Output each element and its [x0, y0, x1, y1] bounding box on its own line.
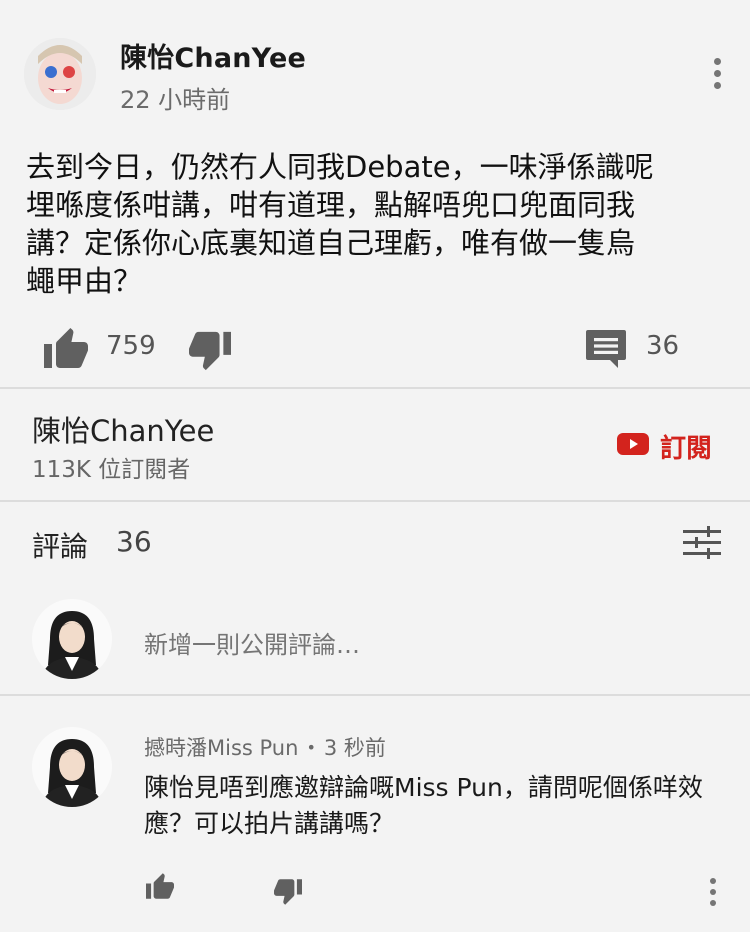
- avatar-image: [24, 38, 96, 110]
- commenter-name[interactable]: 撼時潘Miss Pun: [144, 732, 298, 762]
- thumbs-up-icon[interactable]: [144, 872, 176, 904]
- comment-icon[interactable]: [584, 328, 628, 374]
- post-author-name[interactable]: 陳怡ChanYee: [120, 36, 306, 75]
- comment-text: 陳怡見唔到應邀辯論嘅Miss Pun，請問呢個係咩效應？可以拍片講講嗎？: [144, 773, 703, 838]
- youtube-logo-icon[interactable]: [617, 432, 649, 460]
- divider: [0, 694, 750, 696]
- thumbs-down-icon[interactable]: [272, 878, 304, 910]
- sort-sliders-icon[interactable]: [683, 525, 721, 565]
- reply-count: 36: [646, 331, 680, 361]
- like-count: 759: [106, 331, 156, 361]
- comment-timestamp: 3 秒前: [323, 736, 386, 760]
- more-vert-icon[interactable]: [712, 58, 722, 89]
- commenter-avatar[interactable]: [32, 727, 112, 807]
- divider: [0, 387, 750, 389]
- post-body-text: 去到今日，仍然冇人同我Debate，一味淨係識呢 埋喺度係咁講，咁有道理，點解唔…: [26, 150, 654, 298]
- more-vert-icon[interactable]: [708, 878, 718, 906]
- post-timestamp: 22 小時前: [120, 86, 231, 114]
- current-user-avatar: [32, 599, 112, 679]
- add-comment-input[interactable]: 新增一則公開評論…: [144, 625, 360, 660]
- thumbs-down-icon[interactable]: [186, 330, 234, 376]
- comments-count: 36: [116, 525, 152, 558]
- comment-meta: 撼時潘Miss Pun • 3 秒前: [144, 732, 386, 762]
- channel-name[interactable]: 陳怡ChanYee: [32, 408, 214, 450]
- meta-separator: •: [306, 737, 316, 757]
- post-author-avatar[interactable]: [24, 38, 96, 110]
- subscribe-button[interactable]: 訂閱: [660, 428, 712, 465]
- comments-heading: 評論: [32, 530, 89, 563]
- divider: [0, 500, 750, 502]
- subscriber-count: 113K 位訂閱者: [32, 457, 191, 483]
- thumbs-up-icon[interactable]: [42, 326, 90, 374]
